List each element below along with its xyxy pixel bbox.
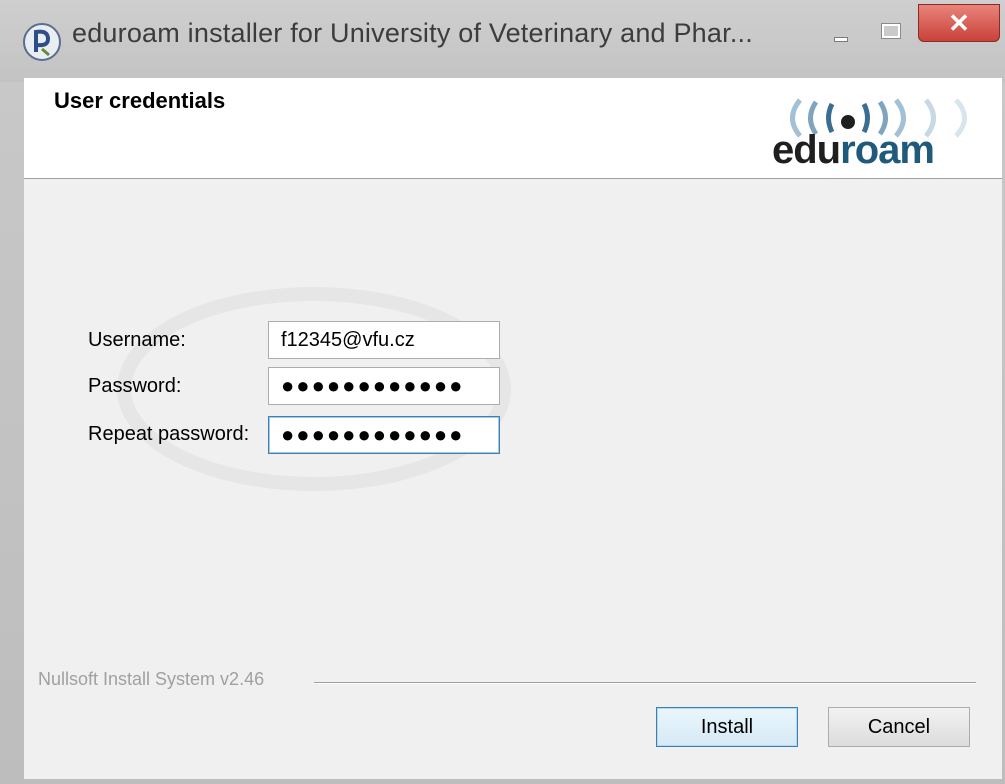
window-title: eduroam installer for University of Vete… [72,18,753,48]
close-button[interactable]: ✕ [918,4,1000,42]
logo-wordmark: eduroam [772,128,935,173]
minimize-icon[interactable] [822,14,856,46]
install-button[interactable]: Install [656,707,798,747]
logo-roam: roam [840,128,935,172]
credentials-panel: Username: f12345@vfu.cz Password: ●●●●●●… [24,179,1002,779]
password-label: Password: [88,375,182,397]
title-bar[interactable]: eduroam installer for University of Vete… [0,0,1005,82]
installer-window: eduroam installer for University of Vete… [0,0,1005,784]
page-header: User credentials eduroam [24,78,1002,179]
installer-branding: Nullsoft Install System v2.46 [38,669,265,689]
app-icon [23,23,61,61]
eduroam-logo: eduroam [772,98,1002,178]
logo-edu: edu [772,128,841,172]
password-field[interactable]: ●●●●●●●●●●●● [268,367,500,405]
username-field[interactable]: f12345@vfu.cz [268,321,500,359]
page-title: User credentials [54,88,226,113]
close-icon: ✕ [948,8,970,38]
repeat-password-label: Repeat password: [88,423,250,445]
username-label: Username: [88,329,186,351]
cancel-button[interactable]: Cancel [828,707,970,747]
maximize-icon[interactable] [872,14,908,46]
footer-separator [314,682,976,684]
repeat-password-field[interactable]: ●●●●●●●●●●●● [268,416,500,454]
